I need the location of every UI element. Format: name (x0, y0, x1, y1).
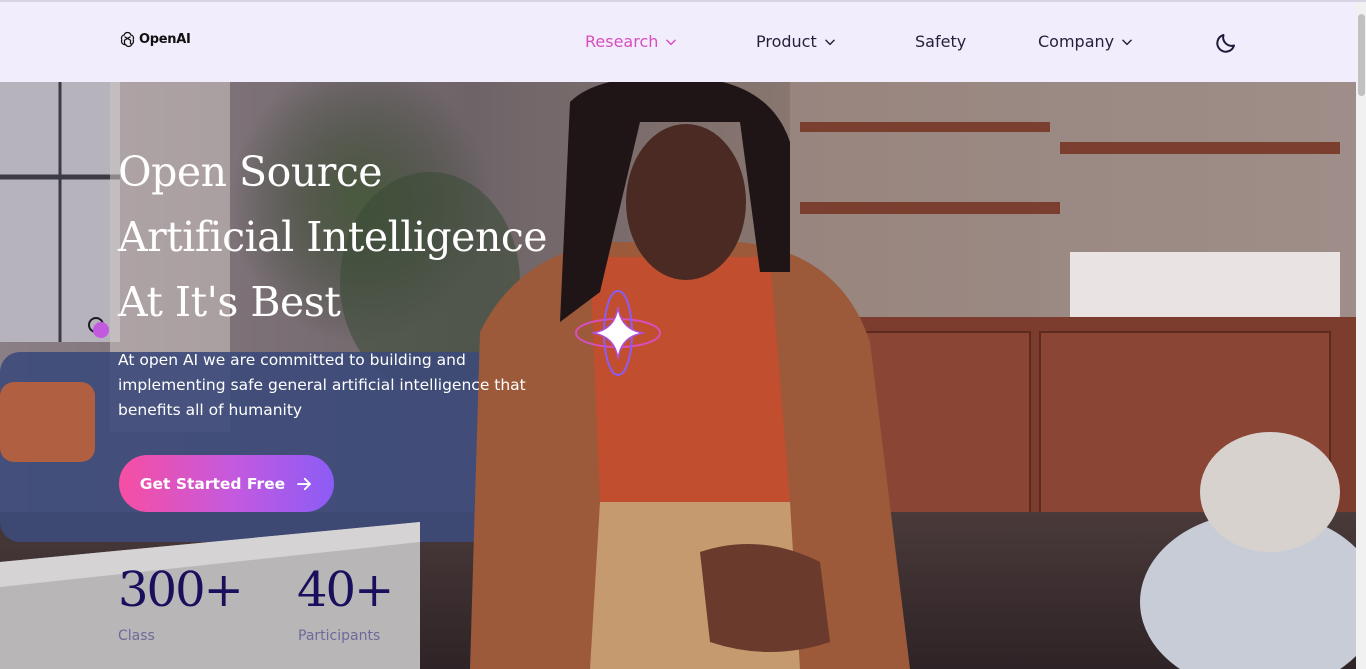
logo[interactable]: OpenAI (118, 30, 191, 49)
stat-label: Class (118, 628, 155, 644)
headline-line: Artificial Intelligence (118, 213, 548, 261)
get-started-label: Get Started Free (139, 474, 286, 493)
navbar: OpenAI Research Product Safety Company (0, 2, 1356, 82)
scrollbar-thumb[interactable] (1358, 14, 1365, 96)
chevron-down-icon (824, 39, 835, 45)
stat-label: Participants (298, 628, 381, 644)
sparkle-icon (575, 290, 661, 376)
headline-line: Open Source (118, 148, 383, 196)
nav-safety-label: Safety (915, 32, 967, 51)
moon-icon[interactable] (1214, 31, 1238, 55)
hero-headline: Open Source Artificial Intelligence At I… (118, 140, 548, 335)
scrollbar-track[interactable] (1356, 2, 1366, 669)
nav-product[interactable]: Product (756, 32, 837, 51)
chevron-down-icon (666, 39, 677, 45)
nav-safety[interactable]: Safety (915, 32, 966, 51)
nav-company[interactable]: Company (1038, 32, 1134, 51)
nav-product-label: Product (756, 32, 817, 51)
gradient-orb-icon (88, 317, 109, 338)
arrow-right-icon (297, 477, 312, 490)
headline-line: At It's Best (118, 278, 341, 326)
nav-research[interactable]: Research (585, 32, 678, 51)
get-started-button[interactable]: Get Started Free (119, 455, 334, 512)
openai-logo-icon (120, 31, 135, 48)
nav-company-label: Company (1038, 32, 1115, 51)
stat-value: 40+ (297, 562, 394, 618)
nav-research-label: Research (585, 32, 659, 51)
hero-description: At open AI we are committed to building … (118, 351, 526, 419)
stat-value: 300+ (118, 562, 244, 618)
chevron-down-icon (1122, 39, 1132, 45)
hero-section: Open Source Artificial Intelligence At I… (0, 82, 1356, 669)
logo-text: OpenAI (139, 32, 191, 47)
